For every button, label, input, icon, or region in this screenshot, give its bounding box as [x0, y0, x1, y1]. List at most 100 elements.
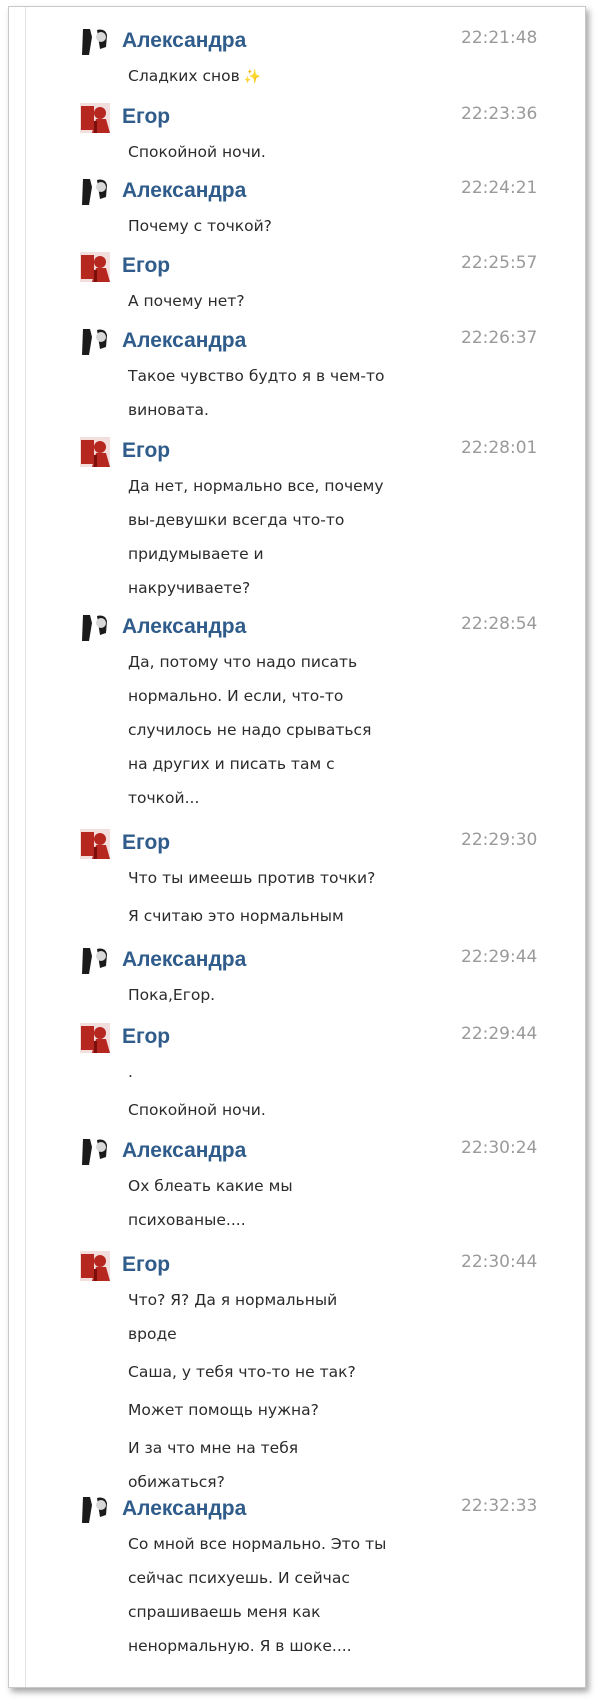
message-timestamp: 22:32:33 — [461, 1496, 538, 1516]
message-body: . Спокойной ночи. — [128, 1055, 448, 1127]
author-name-link[interactable]: Егор — [122, 439, 170, 463]
message-text: Такое чувство будто я в чем-то — [128, 367, 385, 385]
message-text: Что? Я? Да я нормальный — [128, 1291, 338, 1309]
message-text: Сладких снов — [128, 67, 240, 85]
message-text: вы-девушки всегда что-то — [128, 511, 345, 529]
author-name-link[interactable]: Александра — [122, 1497, 246, 1521]
author-name-link[interactable]: Егор — [122, 1025, 170, 1049]
chat-window: Александра 22:21:48 Сладких снов ✨ Егор 22:23… — [8, 6, 586, 1688]
author-name-link[interactable]: Александра — [122, 329, 246, 353]
message-text-line: накручиваете? — [128, 571, 448, 605]
sparkle-emoji-icon: ✨ — [243, 69, 262, 85]
message-text: придумываете и — [128, 545, 264, 563]
author-name-link[interactable]: Егор — [122, 105, 170, 129]
author-name-link[interactable]: Егор — [122, 831, 170, 855]
message-timestamp: 22:28:01 — [461, 438, 538, 458]
message-text: точкой... — [128, 789, 200, 807]
message-timestamp: 22:26:37 — [461, 328, 538, 348]
message-text-line: спрашиваешь меня как — [128, 1595, 448, 1629]
message-body: Что? Я? Да я нормальный вроде Саша, у тебя… — [128, 1283, 448, 1499]
message-body: А почему нет? — [128, 284, 448, 318]
avatar-aleksandra-icon[interactable] — [80, 177, 110, 207]
message-text-line: придумываете и — [128, 537, 448, 571]
message-text: И за что мне на тебя — [128, 1439, 299, 1457]
message-text-line: Спокойной ночи. — [128, 135, 448, 169]
message-body: Почему с точкой? — [128, 209, 448, 243]
message-text-line: А почему нет? — [128, 284, 448, 318]
message-text-line: точкой... — [128, 781, 448, 815]
message-timestamp: 22:21:48 — [461, 28, 538, 48]
message-body: Такое чувство будто я в чем-то виновата. — [128, 359, 448, 427]
message-text: . — [128, 1063, 133, 1081]
author-name-link[interactable]: Александра — [122, 1139, 246, 1163]
message-text: на других и писать там с — [128, 755, 335, 773]
avatar-egor-icon[interactable] — [80, 437, 110, 467]
message-text: Со мной все нормально. Это ты — [128, 1535, 387, 1553]
message-text-line: вы-девушки всегда что-то — [128, 503, 448, 537]
message-text: вроде — [128, 1325, 177, 1343]
message-text: случилось не надо срываться — [128, 721, 372, 739]
message-text: виновата. — [128, 401, 209, 419]
message-text: Да, потому что надо писать — [128, 653, 358, 671]
message-timestamp: 22:29:44 — [461, 1024, 538, 1044]
author-name-link[interactable]: Александра — [122, 29, 246, 53]
message-text-line: виновата. — [128, 393, 448, 427]
message-text-line: Да нет, нормально все, почему — [128, 469, 448, 503]
message-text: накручиваете? — [128, 579, 251, 597]
avatar-egor-icon[interactable] — [80, 1023, 110, 1053]
message-text-line: случилось не надо срываться — [128, 713, 448, 747]
message-text-line: Да, потому что надо писать — [128, 645, 448, 679]
avatar-aleksandra-icon[interactable] — [80, 27, 110, 57]
message-text: психованые.... — [128, 1211, 246, 1229]
message-text: Почему с точкой? — [128, 217, 272, 235]
message-text: ненормальную. Я в шоке.... — [128, 1637, 352, 1655]
author-name-link[interactable]: Егор — [122, 1253, 170, 1277]
message-timestamp: 22:30:44 — [461, 1252, 538, 1272]
message-text: Спокойной ночи. — [128, 1101, 266, 1119]
message-text-line: вроде — [128, 1317, 448, 1351]
message-text-line: . — [128, 1055, 448, 1089]
message-body: Сладких снов ✨ — [128, 59, 448, 94]
message-text-line: Со мной все нормально. Это ты — [128, 1527, 448, 1561]
message-timestamp: 22:25:57 — [461, 253, 538, 273]
message-body: Да нет, нормально все, почему вы-девушки … — [128, 469, 448, 605]
message-body: Что ты имеешь против точки? Я считаю это … — [128, 861, 448, 933]
author-name-link[interactable]: Егор — [122, 254, 170, 278]
message-text-line: И за что мне на тебя — [128, 1431, 448, 1465]
message-text: Да нет, нормально все, почему — [128, 477, 384, 495]
avatar-egor-icon[interactable] — [80, 103, 110, 133]
message-text-line: Сладких снов ✨ — [128, 59, 448, 94]
message-text-line: Что? Я? Да я нормальный — [128, 1283, 448, 1317]
message-text-line: Я считаю это нормальным — [128, 899, 448, 933]
avatar-egor-icon[interactable] — [80, 829, 110, 859]
avatar-aleksandra-icon[interactable] — [80, 613, 110, 643]
message-body: Да, потому что надо писать нормально. И е… — [128, 645, 448, 815]
author-name-link[interactable]: Александра — [122, 615, 246, 639]
message-text: сейчас психуешь. И сейчас — [128, 1569, 350, 1587]
message-text: Саша, у тебя что-то не так? — [128, 1363, 356, 1381]
message-text-line: Ох блеать какие мы — [128, 1169, 448, 1203]
author-name-link[interactable]: Александра — [122, 179, 246, 203]
message-text: А почему нет? — [128, 292, 245, 310]
avatar-aleksandra-icon[interactable] — [80, 327, 110, 357]
message-text-line: Почему с точкой? — [128, 209, 448, 243]
message-text: спрашиваешь меня как — [128, 1603, 321, 1621]
message-text-line: Спокойной ночи. — [128, 1093, 448, 1127]
avatar-aleksandra-icon[interactable] — [80, 946, 110, 976]
message-text: Может помощь нужна? — [128, 1401, 319, 1419]
message-timestamp: 22:28:54 — [461, 614, 538, 634]
message-timestamp: 22:29:44 — [461, 947, 538, 967]
avatar-aleksandra-icon[interactable] — [80, 1495, 110, 1525]
avatar-aleksandra-icon[interactable] — [80, 1137, 110, 1167]
message-text-line: нормально. И если, что-то — [128, 679, 448, 713]
avatar-egor-icon[interactable] — [80, 252, 110, 282]
message-body: Со мной все нормально. Это ты сейчас псих… — [128, 1527, 448, 1663]
avatar-egor-icon[interactable] — [80, 1251, 110, 1281]
message-text-line: сейчас психуешь. И сейчас — [128, 1561, 448, 1595]
author-name-link[interactable]: Александра — [122, 948, 246, 972]
message-timestamp: 22:30:24 — [461, 1138, 538, 1158]
message-text: Пока,Егор. — [128, 986, 216, 1004]
message-timestamp: 22:23:36 — [461, 104, 538, 124]
message-timestamp: 22:24:21 — [461, 178, 538, 198]
message-body: Спокойной ночи. — [128, 135, 448, 169]
